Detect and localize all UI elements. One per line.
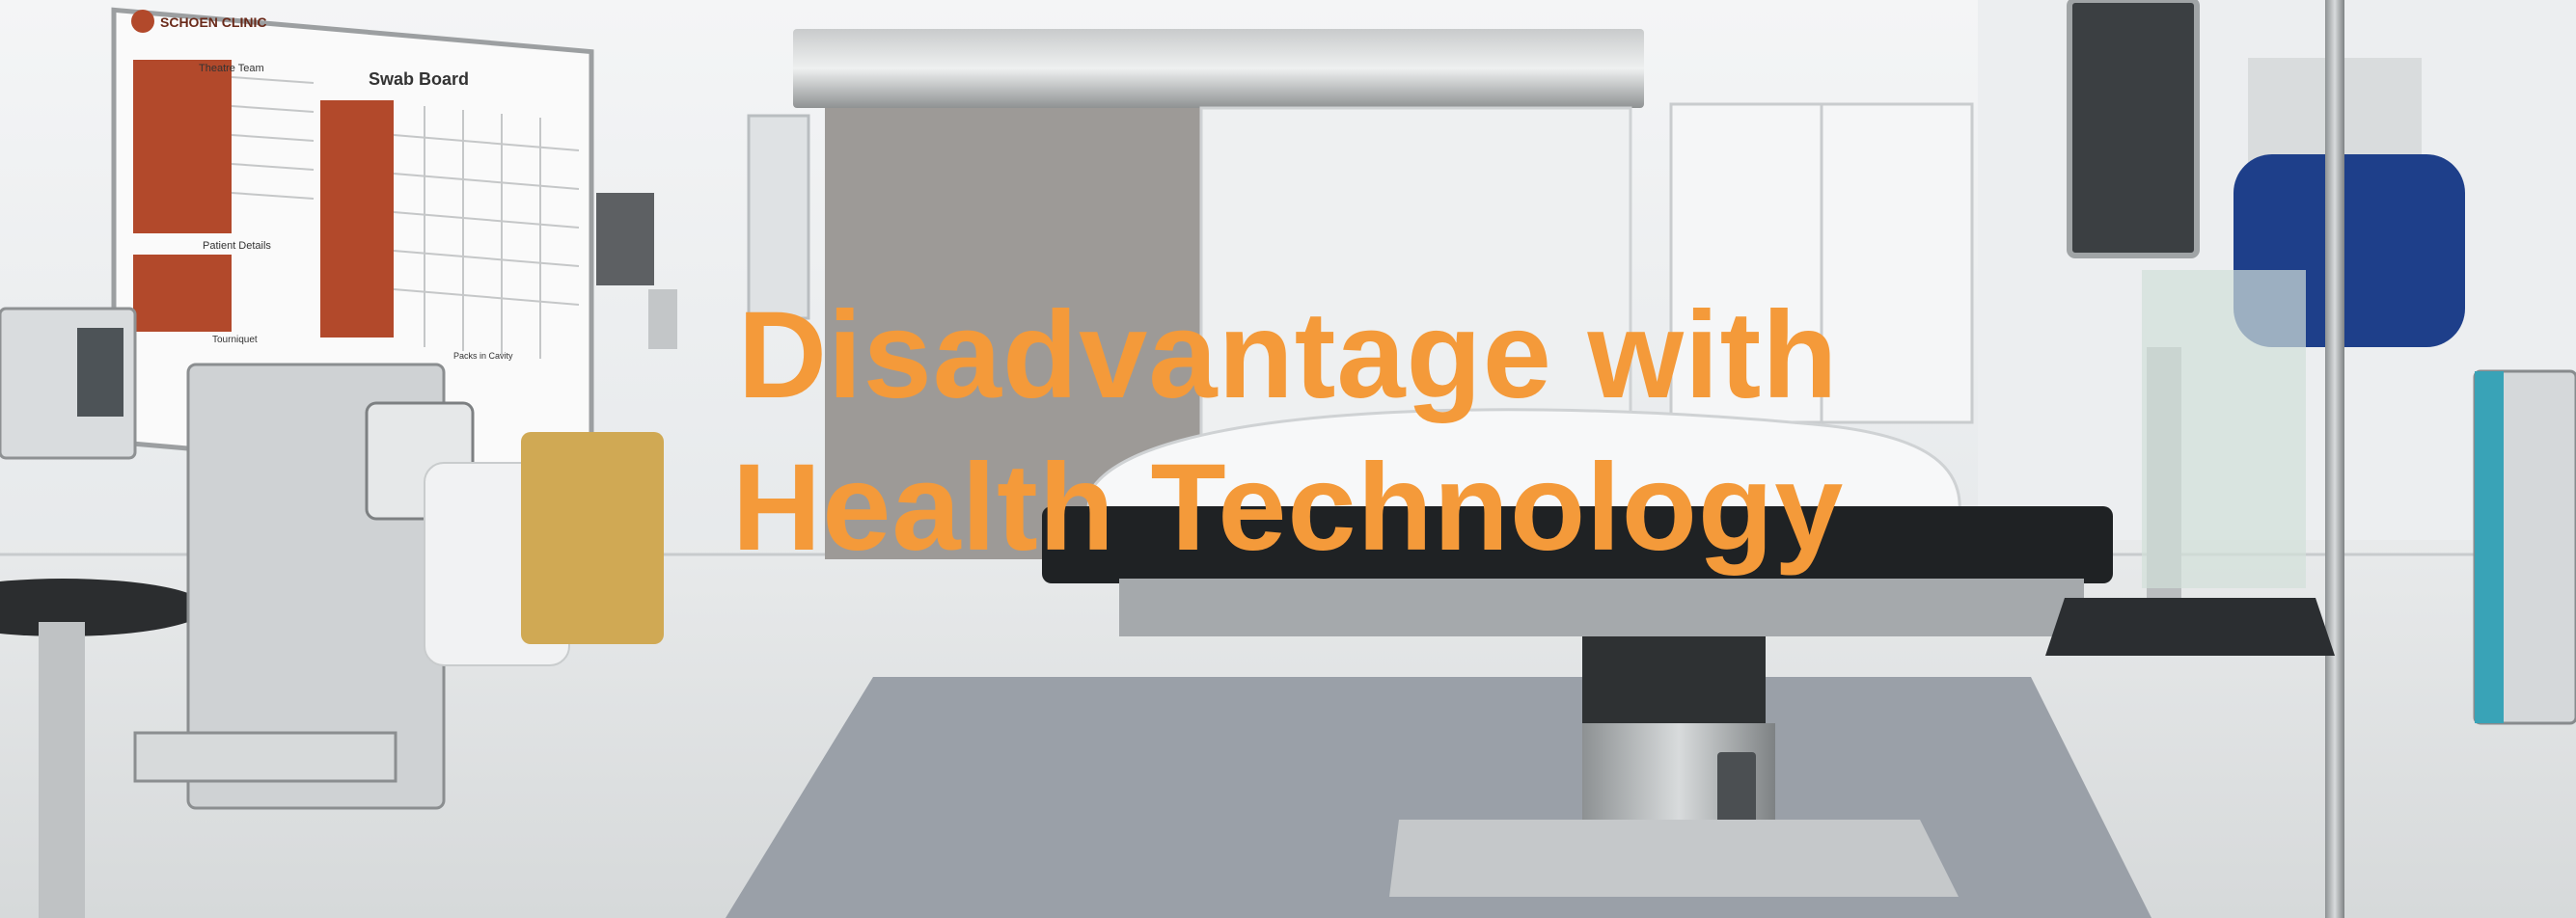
headline: Disadvantage with Health Technology	[0, 280, 2576, 584]
board-left-header: Theatre Team	[199, 63, 264, 74]
headline-line-1: Disadvantage with	[737, 286, 1839, 424]
board-title: Swab Board	[369, 69, 469, 89]
board-brand: SCHOEN CLINIC	[160, 14, 266, 30]
board-patient-header: Patient Details	[203, 240, 271, 252]
wall-dispenser	[596, 193, 654, 285]
ceiling-light-bar	[793, 29, 1644, 108]
headline-line-2: Health Technology	[731, 439, 1845, 577]
